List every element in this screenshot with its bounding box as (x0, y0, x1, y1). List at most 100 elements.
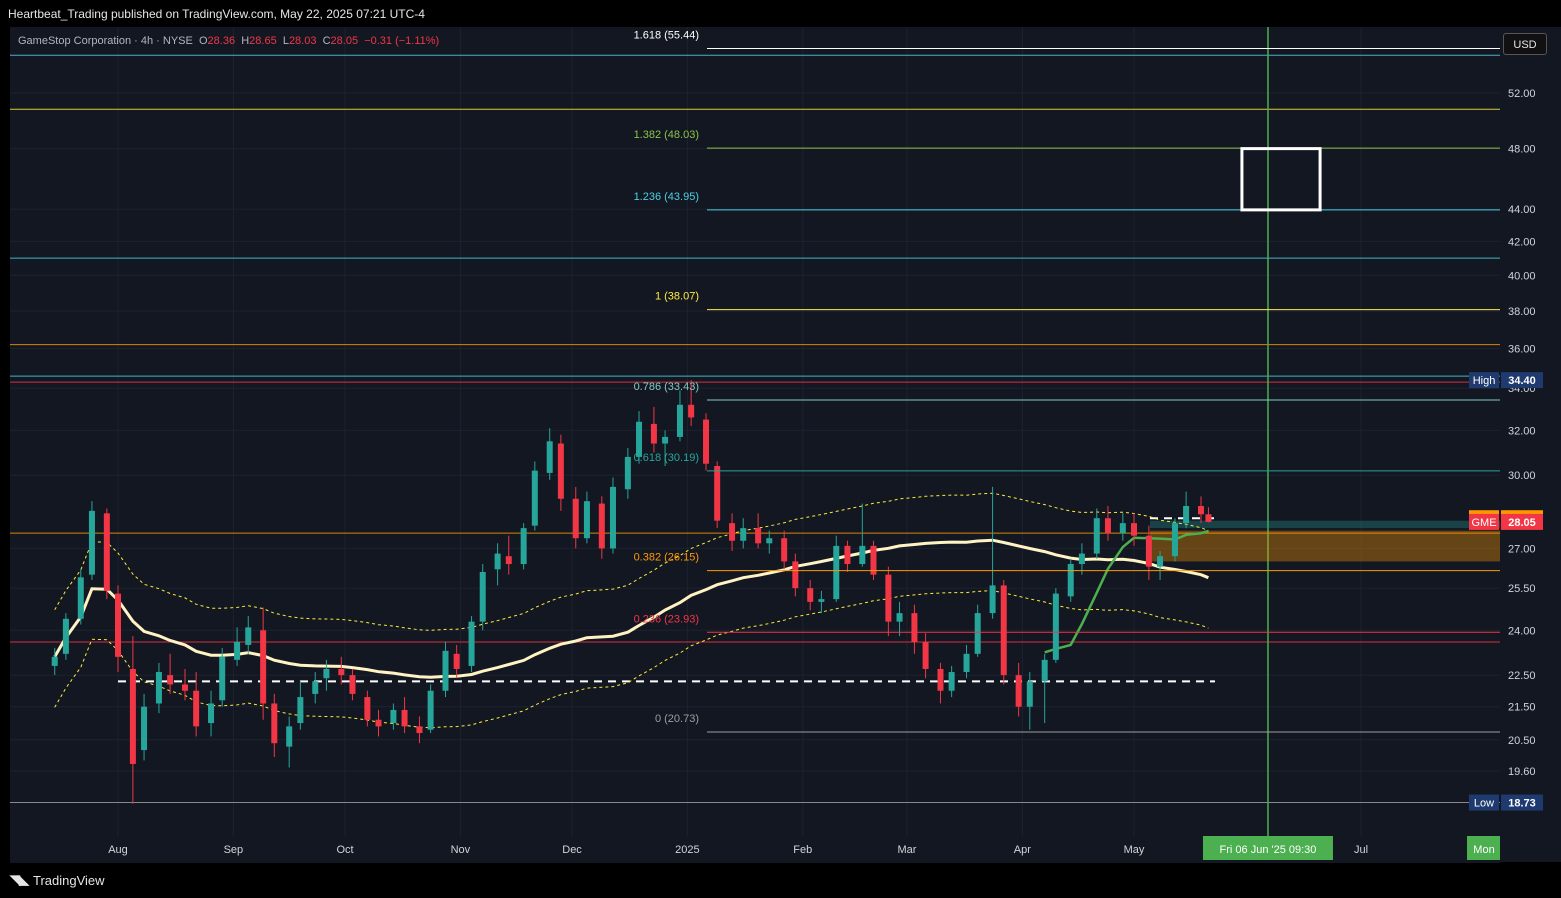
supply-zone (1150, 530, 1500, 562)
candle-body (129, 668, 136, 764)
candle-body (624, 456, 631, 490)
y-tick-label: 20.50 (1508, 735, 1536, 747)
candle-body (375, 719, 382, 727)
footer-brand: TradingView (33, 872, 105, 888)
y-tick-label: 25.50 (1508, 583, 1536, 595)
candle-body (1145, 535, 1152, 567)
low-badge-label: Low (1474, 798, 1494, 810)
candle-body (948, 672, 955, 691)
candle-body (1041, 659, 1048, 682)
candle-body (219, 656, 226, 701)
candle-body (1197, 505, 1204, 515)
x-tick-label: May (1124, 844, 1145, 856)
crosshair-date-label: Fri 06 Jun '25 09:30 (1220, 844, 1317, 856)
fib-label: 0 (20.73) (655, 713, 699, 725)
fib-label: 0.382 (26.15) (634, 552, 699, 564)
candle-body (1000, 585, 1007, 676)
symbol-name: GameStop Corporation · 4h · NYSE (18, 35, 193, 47)
candle-body (922, 641, 929, 669)
fib-label: 1.618 (55.44) (634, 29, 699, 41)
candle-body (662, 436, 669, 444)
close-label: C (322, 35, 331, 47)
x-tick-label: Oct (336, 844, 353, 856)
y-tick-label: 36.00 (1508, 344, 1536, 356)
y-tick-label: 42.00 (1508, 236, 1536, 248)
symbol-legend: GameStop Corporation · 4h · NYSE O28.36 … (18, 35, 439, 47)
x-tick-label: 2025 (675, 844, 699, 856)
candle-body (859, 545, 866, 565)
candle-body (115, 593, 121, 657)
y-tick-label: 27.00 (1508, 543, 1536, 555)
candle-body (338, 668, 345, 676)
candle-body (896, 613, 903, 622)
y-tick-label: 21.50 (1508, 702, 1536, 714)
candle-body (818, 599, 825, 602)
y-tick-label: 30.00 (1508, 470, 1536, 482)
candle-body (494, 553, 501, 570)
x-tick-label: Aug (108, 844, 128, 856)
y-tick-label: 32.00 (1508, 425, 1536, 437)
y-tick-label: 48.00 (1508, 144, 1536, 156)
change-value: −0.31 (−1.11%) (364, 35, 440, 47)
currency-button[interactable]: USD (1503, 33, 1547, 55)
price-chart[interactable]: 1.618 (55.44) 1.382 (48.03) 1.236 (43.95) 1… (0, 0, 1561, 898)
candle-body (583, 501, 590, 539)
candle-body (88, 510, 95, 575)
candle-body (245, 627, 252, 645)
candle-body (911, 613, 918, 642)
x-tick-label: Apr (1014, 844, 1031, 856)
y-tick-label: 44.00 (1508, 204, 1536, 216)
candle-body (572, 498, 579, 539)
candle-body (364, 697, 371, 720)
candle-body (598, 503, 605, 549)
x-tick-label: Feb (793, 844, 812, 856)
candle-body (676, 404, 683, 437)
candle-body (323, 668, 330, 679)
candle-body (1067, 564, 1074, 597)
candle-body (193, 690, 200, 727)
y-tick-label: 24.00 (1508, 625, 1536, 637)
extra-axis-label: Mon (1473, 844, 1494, 856)
candle-body (453, 653, 460, 669)
y-tick-label: 38.00 (1508, 306, 1536, 318)
y-tick-label: 22.50 (1508, 670, 1536, 682)
close-value: 28.05 (330, 35, 359, 47)
high-badge-label: High (1473, 375, 1496, 387)
candle-body (390, 709, 397, 724)
candle-body (1119, 523, 1126, 534)
candle-body (286, 726, 293, 747)
candle-body (729, 523, 736, 541)
candle-body (1171, 523, 1178, 557)
candle-body (1015, 675, 1022, 707)
candle-body (297, 697, 304, 724)
candle-body (260, 630, 267, 704)
chart-screenshot: Heartbeat_Trading published on TradingVi… (0, 0, 1561, 898)
y-tick-label: 19.60 (1508, 766, 1536, 778)
candle-body (781, 538, 788, 562)
candle-body (401, 709, 408, 727)
candle-body (1183, 505, 1190, 524)
fib-label: 1.382 (48.03) (634, 129, 699, 141)
candle-body (1078, 553, 1085, 565)
high-badge-value: 34.40 (1508, 375, 1536, 387)
candle-body (520, 528, 527, 565)
candle-body (1205, 514, 1212, 522)
high-value: 28.65 (249, 35, 277, 47)
x-tick-label: Sep (224, 844, 244, 856)
open-label: O (198, 35, 208, 47)
high-label: H (241, 35, 250, 47)
candle-body (468, 621, 475, 666)
footer: ◥◣ TradingView (10, 872, 105, 888)
candle-body (546, 441, 553, 473)
fib-label: 0.618 (30.19) (634, 452, 699, 464)
candle-body (155, 672, 162, 704)
candle-body (349, 675, 356, 694)
candle-body (609, 486, 616, 549)
x-tick-label: Mar (898, 844, 917, 856)
candle-body (1157, 556, 1164, 567)
candle-body (77, 577, 84, 619)
candle-body (531, 470, 538, 526)
x-tick-label: Nov (451, 844, 471, 856)
candle-body (442, 650, 449, 691)
fib-label: 0.236 (23.93) (634, 613, 699, 625)
